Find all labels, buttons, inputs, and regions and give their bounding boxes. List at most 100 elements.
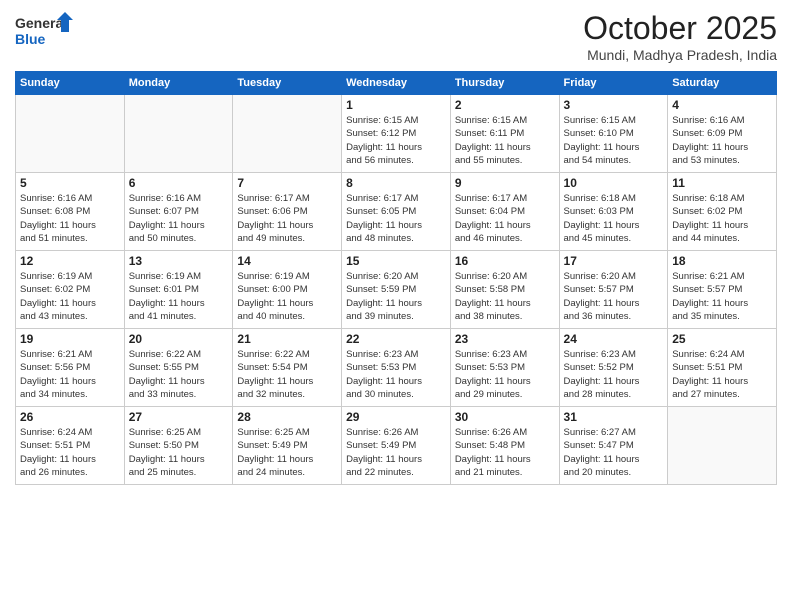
day-info: Sunrise: 6:17 AM Sunset: 6:06 PM Dayligh… [237,192,337,245]
header-sunday: Sunday [16,72,125,95]
week-row-3: 12 Sunrise: 6:19 AM Sunset: 6:02 PM Dayli… [16,251,777,329]
day-number: 19 [20,332,120,346]
day-number: 26 [20,410,120,424]
day-number: 21 [237,332,337,346]
day-number: 29 [346,410,446,424]
calendar-cell: 13Sunrise: 6:19 AM Sunset: 6:01 PM Dayli… [124,251,233,329]
calendar-cell: 30 Sunrise: 6:26 AM Sunset: 5:48 PM Dayli… [450,407,559,485]
week-row-5: 26Sunrise: 6:24 AM Sunset: 5:51 PM Dayli… [16,407,777,485]
day-info: Sunrise: 6:16 AM Sunset: 6:09 PM Dayligh… [672,114,772,167]
day-number: 31 [564,410,664,424]
day-info: Sunrise: 6:25 AM Sunset: 5:49 PM Dayligh… [237,426,337,479]
calendar-cell: 17Sunrise: 6:20 AM Sunset: 5:57 PM Dayli… [559,251,668,329]
day-info: Sunrise: 6:16 AM Sunset: 6:07 PM Dayligh… [129,192,229,245]
location: Mundi, Madhya Pradesh, India [583,47,777,63]
day-info: Sunrise: 6:23 AM Sunset: 5:53 PM Dayligh… [346,348,446,401]
svg-text:General: General [15,15,67,31]
calendar-cell: 3 Sunrise: 6:15 AM Sunset: 6:10 PM Daylig… [559,95,668,173]
calendar-cell [233,95,342,173]
header-monday: Monday [124,72,233,95]
calendar-cell: 9 Sunrise: 6:17 AM Sunset: 6:04 PM Daylig… [450,173,559,251]
title-section: October 2025 Mundi, Madhya Pradesh, Indi… [583,10,777,63]
day-info: Sunrise: 6:17 AM Sunset: 6:04 PM Dayligh… [455,192,555,245]
calendar-cell: 7Sunrise: 6:17 AM Sunset: 6:06 PM Daylig… [233,173,342,251]
day-info: Sunrise: 6:19 AM Sunset: 6:00 PM Dayligh… [237,270,337,323]
calendar-cell: 24Sunrise: 6:23 AM Sunset: 5:52 PM Dayli… [559,329,668,407]
day-info: Sunrise: 6:18 AM Sunset: 6:03 PM Dayligh… [564,192,664,245]
day-number: 23 [455,332,555,346]
calendar-table: Sunday Monday Tuesday Wednesday Thursday… [15,71,777,485]
day-number: 17 [564,254,664,268]
day-number: 27 [129,410,229,424]
calendar-cell: 26Sunrise: 6:24 AM Sunset: 5:51 PM Dayli… [16,407,125,485]
day-number: 11 [672,176,772,190]
day-info: Sunrise: 6:23 AM Sunset: 5:53 PM Dayligh… [455,348,555,401]
header-saturday: Saturday [668,72,777,95]
day-number: 30 [455,410,555,424]
week-row-2: 5Sunrise: 6:16 AM Sunset: 6:08 PM Daylig… [16,173,777,251]
day-info: Sunrise: 6:25 AM Sunset: 5:50 PM Dayligh… [129,426,229,479]
day-info: Sunrise: 6:22 AM Sunset: 5:55 PM Dayligh… [129,348,229,401]
day-number: 3 [564,98,664,112]
day-info: Sunrise: 6:19 AM Sunset: 6:01 PM Dayligh… [129,270,229,323]
calendar-cell: 23 Sunrise: 6:23 AM Sunset: 5:53 PM Dayli… [450,329,559,407]
day-number: 20 [129,332,229,346]
day-number: 9 [455,176,555,190]
calendar-cell: 25 Sunrise: 6:24 AM Sunset: 5:51 PM Dayli… [668,329,777,407]
day-number: 2 [455,98,555,112]
calendar-cell: 15 Sunrise: 6:20 AM Sunset: 5:59 PM Dayli… [342,251,451,329]
day-number: 4 [672,98,772,112]
calendar-cell: 8 Sunrise: 6:17 AM Sunset: 6:05 PM Daylig… [342,173,451,251]
day-info: Sunrise: 6:16 AM Sunset: 6:08 PM Dayligh… [20,192,120,245]
calendar-cell: 12 Sunrise: 6:19 AM Sunset: 6:02 PM Dayli… [16,251,125,329]
day-info: Sunrise: 6:17 AM Sunset: 6:05 PM Dayligh… [346,192,446,245]
day-number: 8 [346,176,446,190]
day-info: Sunrise: 6:19 AM Sunset: 6:02 PM Dayligh… [20,270,120,323]
day-headers-row: Sunday Monday Tuesday Wednesday Thursday… [16,72,777,95]
week-row-1: 1 Sunrise: 6:15 AM Sunset: 6:12 PM Daylig… [16,95,777,173]
calendar-cell: 31 Sunrise: 6:27 AM Sunset: 5:47 PM Dayli… [559,407,668,485]
page-container: General Blue October 2025 Mundi, Madhya … [0,0,792,612]
day-number: 1 [346,98,446,112]
calendar-cell: 5Sunrise: 6:16 AM Sunset: 6:08 PM Daylig… [16,173,125,251]
day-number: 22 [346,332,446,346]
calendar-cell: 4 Sunrise: 6:16 AM Sunset: 6:09 PM Daylig… [668,95,777,173]
day-info: Sunrise: 6:21 AM Sunset: 5:56 PM Dayligh… [20,348,120,401]
calendar-cell: 6 Sunrise: 6:16 AM Sunset: 6:07 PM Daylig… [124,173,233,251]
day-info: Sunrise: 6:20 AM Sunset: 5:59 PM Dayligh… [346,270,446,323]
day-number: 16 [455,254,555,268]
calendar-cell: 18Sunrise: 6:21 AM Sunset: 5:57 PM Dayli… [668,251,777,329]
day-number: 6 [129,176,229,190]
calendar-cell: 10Sunrise: 6:18 AM Sunset: 6:03 PM Dayli… [559,173,668,251]
svg-text:Blue: Blue [15,31,46,47]
calendar-cell [668,407,777,485]
day-number: 15 [346,254,446,268]
calendar-cell: 28 Sunrise: 6:25 AM Sunset: 5:49 PM Dayli… [233,407,342,485]
week-row-4: 19 Sunrise: 6:21 AM Sunset: 5:56 PM Dayli… [16,329,777,407]
page-header: General Blue October 2025 Mundi, Madhya … [15,10,777,63]
calendar-cell: 1 Sunrise: 6:15 AM Sunset: 6:12 PM Daylig… [342,95,451,173]
day-number: 28 [237,410,337,424]
calendar-cell: 21 Sunrise: 6:22 AM Sunset: 5:54 PM Dayli… [233,329,342,407]
day-info: Sunrise: 6:15 AM Sunset: 6:10 PM Dayligh… [564,114,664,167]
day-number: 18 [672,254,772,268]
day-info: Sunrise: 6:15 AM Sunset: 6:12 PM Dayligh… [346,114,446,167]
day-info: Sunrise: 6:26 AM Sunset: 5:48 PM Dayligh… [455,426,555,479]
calendar-cell [124,95,233,173]
calendar-cell: 16Sunrise: 6:20 AM Sunset: 5:58 PM Dayli… [450,251,559,329]
logo: General Blue [15,10,75,52]
calendar-cell: 11Sunrise: 6:18 AM Sunset: 6:02 PM Dayli… [668,173,777,251]
header-thursday: Thursday [450,72,559,95]
day-info: Sunrise: 6:26 AM Sunset: 5:49 PM Dayligh… [346,426,446,479]
day-number: 12 [20,254,120,268]
day-info: Sunrise: 6:15 AM Sunset: 6:11 PM Dayligh… [455,114,555,167]
header-tuesday: Tuesday [233,72,342,95]
day-number: 25 [672,332,772,346]
month-title: October 2025 [583,10,777,47]
day-info: Sunrise: 6:24 AM Sunset: 5:51 PM Dayligh… [672,348,772,401]
calendar-cell: 29 Sunrise: 6:26 AM Sunset: 5:49 PM Dayli… [342,407,451,485]
calendar-body: 1 Sunrise: 6:15 AM Sunset: 6:12 PM Daylig… [16,95,777,485]
day-info: Sunrise: 6:22 AM Sunset: 5:54 PM Dayligh… [237,348,337,401]
day-info: Sunrise: 6:27 AM Sunset: 5:47 PM Dayligh… [564,426,664,479]
header-friday: Friday [559,72,668,95]
